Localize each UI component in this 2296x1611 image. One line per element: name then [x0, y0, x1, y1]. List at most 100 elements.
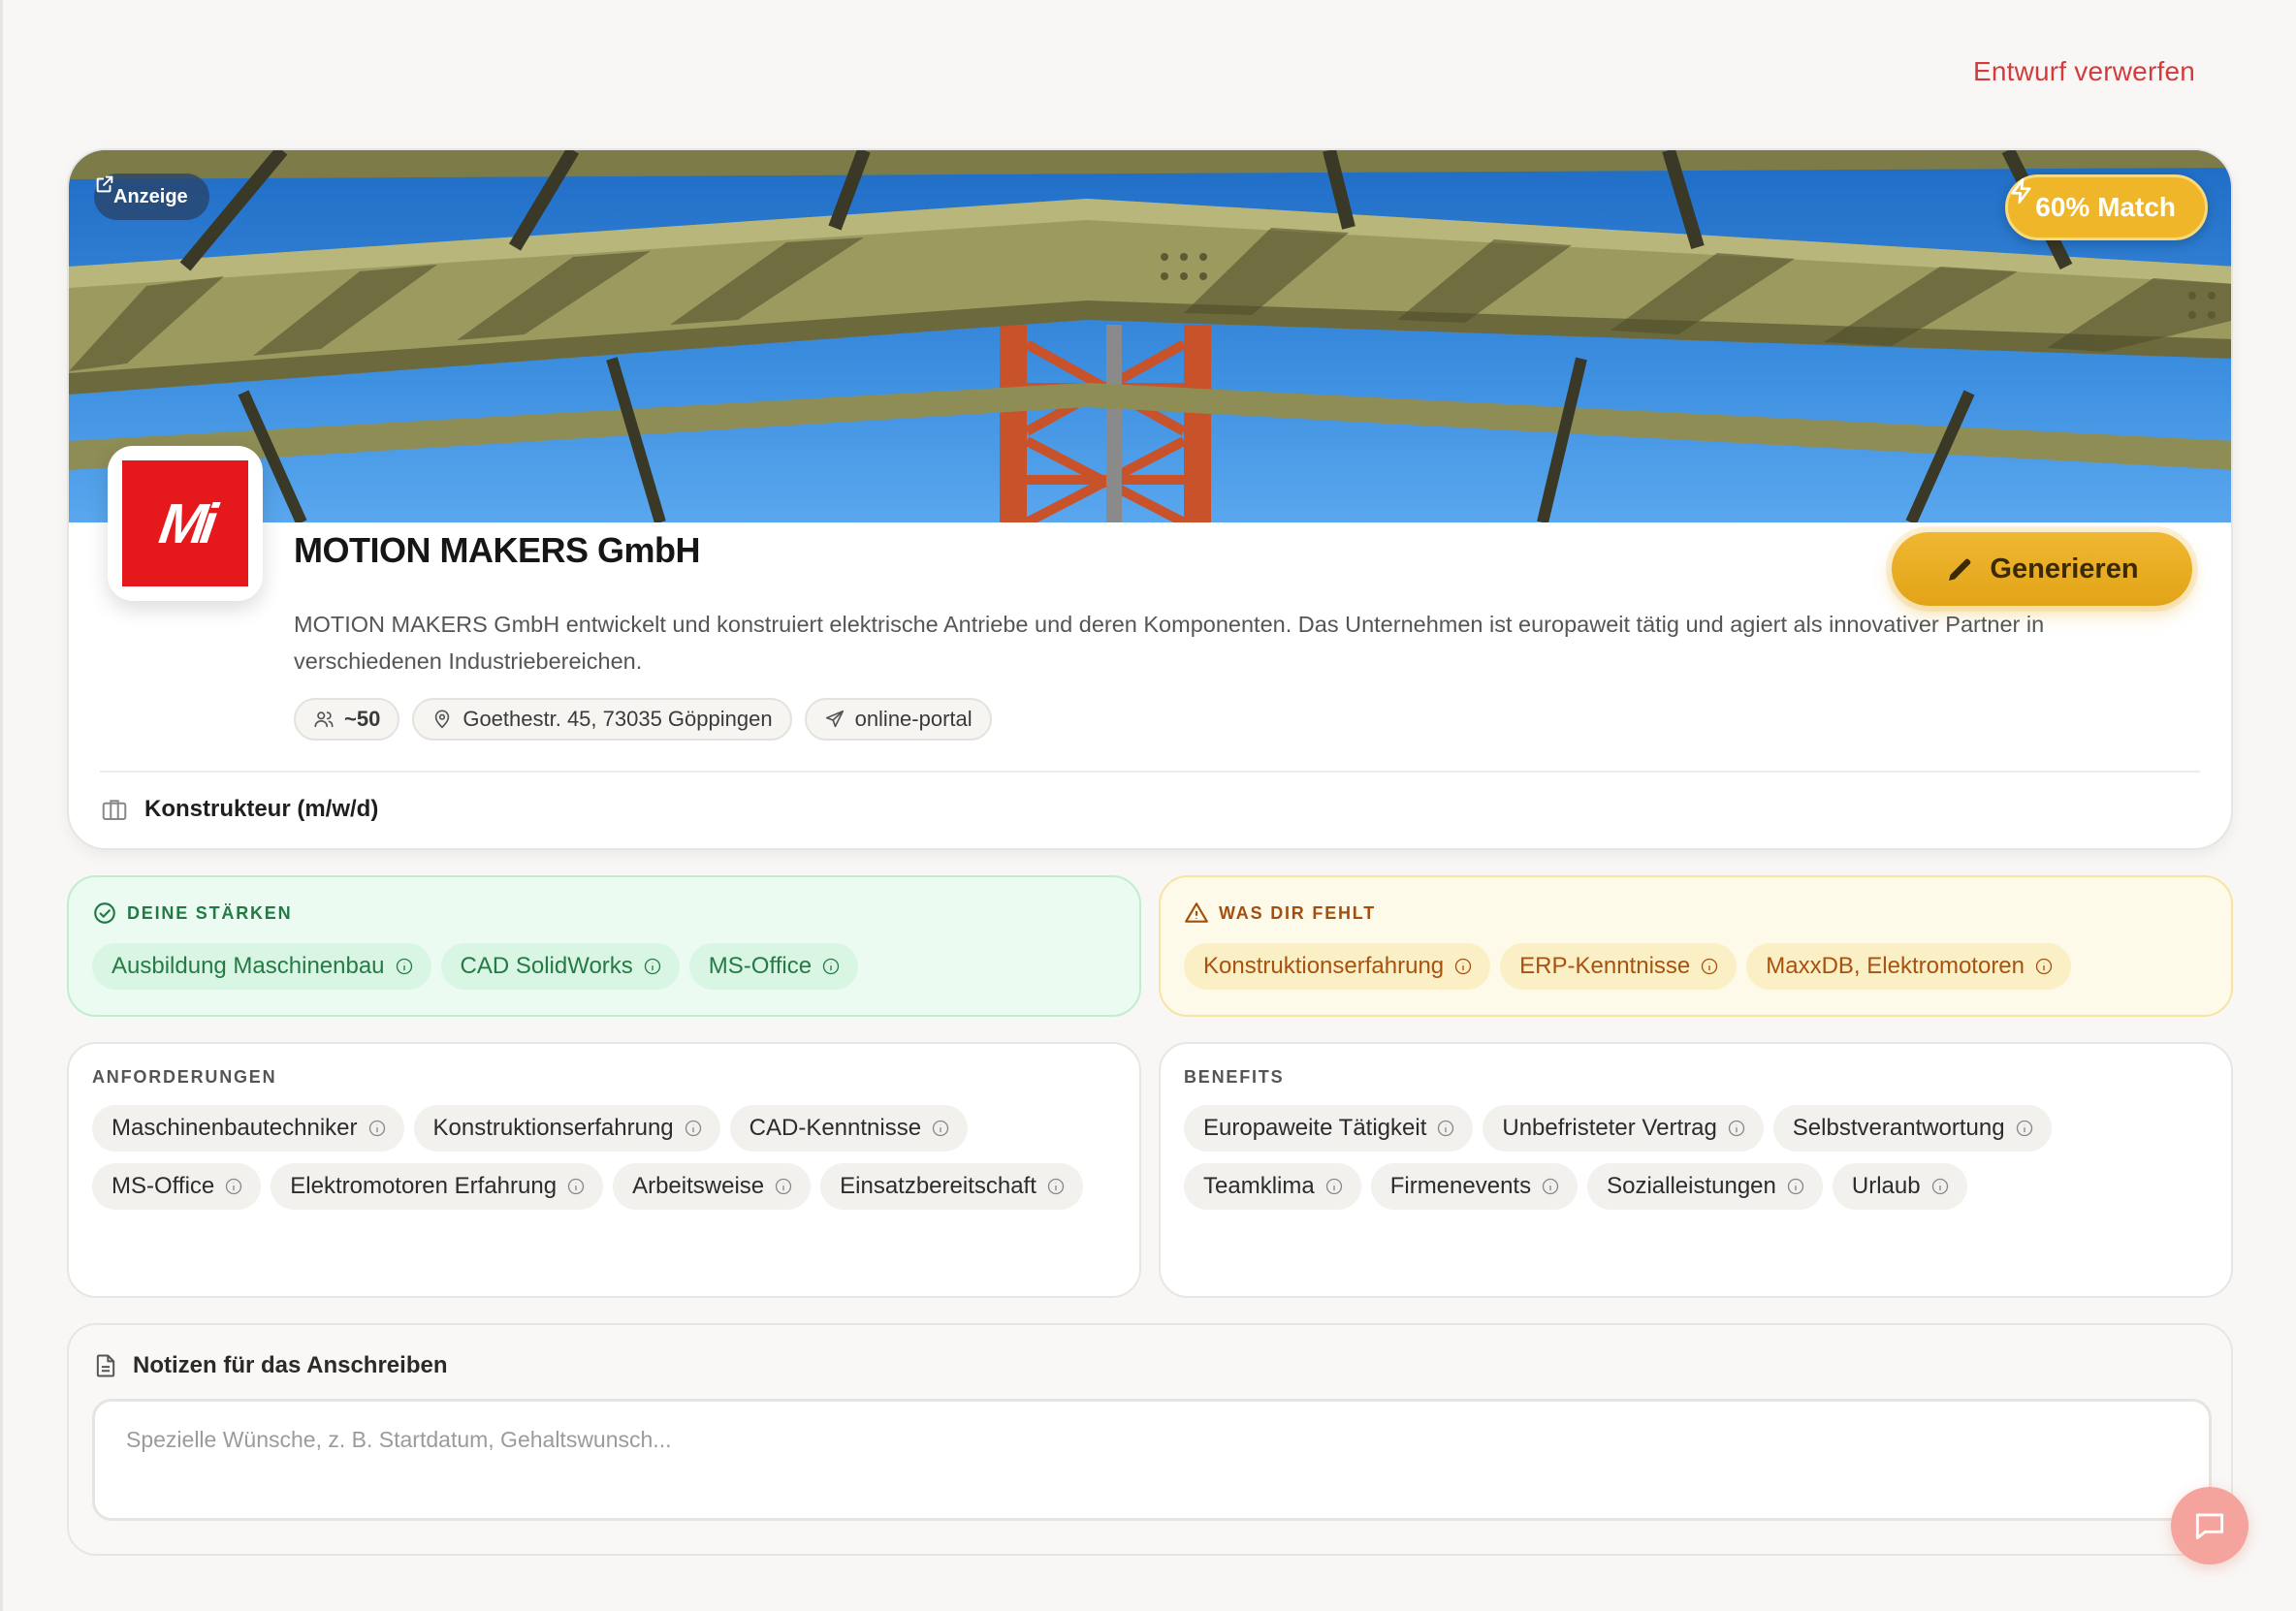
users-icon: [314, 711, 334, 728]
application-channel-chip: online-portal: [804, 698, 992, 741]
notes-title-label: Notizen für das Anschreiben: [133, 1352, 448, 1378]
missing-tag[interactable]: Konstruktionserfahrung: [1184, 943, 1491, 990]
send-icon: [825, 710, 844, 728]
info-icon[interactable]: [1700, 957, 1719, 976]
tag-label: Firmenevents: [1389, 1173, 1532, 1199]
generate-button[interactable]: Generieren: [1892, 532, 2192, 606]
document-icon: [96, 1354, 115, 1377]
info-icon[interactable]: [1324, 1177, 1344, 1196]
address-value: Goethestr. 45, 73035 Göppingen: [462, 707, 773, 731]
tag-label: CAD SolidWorks: [460, 953, 633, 979]
requirement-tag[interactable]: Einsatzbereitschaft: [820, 1163, 1083, 1210]
company-logo-mark: Mi: [122, 460, 248, 586]
strength-tag[interactable]: MS-Office: [688, 943, 859, 990]
benefit-tag[interactable]: Unbefristeter Vertrag: [1483, 1105, 1764, 1152]
benefit-tag[interactable]: Firmenevents: [1370, 1163, 1578, 1210]
steel-structure-illustration: [69, 150, 2231, 522]
info-icon[interactable]: [1930, 1177, 1950, 1196]
notes-textarea[interactable]: [92, 1399, 2212, 1521]
lightning-icon: [2011, 178, 2031, 204]
tag-label: Europaweite Tätigkeit: [1203, 1115, 1427, 1141]
info-icon[interactable]: [1541, 1177, 1560, 1196]
strength-tag[interactable]: Ausbildung Maschinenbau: [92, 943, 431, 990]
tag-label: Selbstverantwortung: [1792, 1115, 2005, 1141]
pencil-icon: [1949, 558, 1971, 581]
tag-label: Konstruktionserfahrung: [432, 1115, 674, 1141]
requirement-tag[interactable]: Maschinenbautechniker: [92, 1105, 404, 1152]
info-icon[interactable]: [566, 1177, 586, 1196]
chat-button[interactable]: [2171, 1487, 2248, 1564]
company-logo: Mi: [108, 446, 263, 601]
tag-label: Konstruktionserfahrung: [1203, 953, 1445, 979]
map-pin-icon: [435, 710, 450, 729]
info-icon[interactable]: [395, 957, 414, 976]
benefit-tag[interactable]: Selbstverantwortung: [1772, 1105, 2052, 1152]
application-channel-value: online-portal: [854, 707, 973, 731]
job-title: Konstrukteur (m/w/d): [144, 796, 379, 822]
info-icon[interactable]: [1786, 1177, 1805, 1196]
requirement-tag[interactable]: Arbeitsweise: [613, 1163, 812, 1210]
external-link-icon: [96, 175, 113, 193]
missing-tags: Konstruktionserfahrung ERP-Kenntnisse Ma…: [1184, 943, 2208, 990]
info-icon[interactable]: [2015, 1119, 2034, 1138]
benefit-tag[interactable]: Sozialleistungen: [1587, 1163, 1823, 1210]
match-label: 60% Match: [2035, 192, 2176, 222]
employees-chip: ~50: [294, 698, 400, 741]
missing-title: Was dir fehlt: [1184, 900, 2208, 926]
requirements-tags: Maschinenbautechniker Konstruktionserfah…: [92, 1105, 1116, 1210]
missing-skills-panel: Was dir fehlt Konstruktionserfahrung ERP…: [1159, 875, 2233, 1017]
strength-tag[interactable]: CAD SolidWorks: [440, 943, 680, 990]
missing-tag[interactable]: ERP-Kenntnisse: [1500, 943, 1738, 990]
ad-badge-label: Anzeige: [113, 185, 188, 207]
warning-icon: [1185, 902, 1208, 923]
info-icon[interactable]: [821, 957, 841, 976]
tag-label: Ausbildung Maschinenbau: [112, 953, 385, 979]
generate-button-label: Generieren: [1990, 553, 2139, 584]
requirement-tag[interactable]: Konstruktionserfahrung: [413, 1105, 720, 1152]
info-icon[interactable]: [774, 1177, 793, 1196]
tag-label: MS-Office: [112, 1173, 215, 1199]
info-icon[interactable]: [1453, 957, 1473, 976]
company-description: MOTION MAKERS GmbH entwickelt und konstr…: [294, 612, 2045, 674]
missing-title-label: Was dir fehlt: [1219, 902, 1377, 923]
info-icon[interactable]: [367, 1119, 387, 1138]
tag-label: Maschinenbautechniker: [112, 1115, 358, 1141]
left-edge-border: [0, 0, 3, 1611]
requirement-tag[interactable]: MS-Office: [92, 1163, 262, 1210]
missing-tag[interactable]: MaxxDB, Elektromotoren: [1746, 943, 2072, 990]
address-chip: Goethestr. 45, 73035 Göppingen: [412, 698, 792, 741]
check-circle-icon: [94, 902, 115, 924]
company-name: MOTION MAKERS GmbH: [294, 530, 701, 570]
benefit-tag[interactable]: Teamklima: [1184, 1163, 1361, 1210]
requirements-panel: Anforderungen Maschinenbautechniker Kons…: [67, 1042, 1141, 1298]
info-icon[interactable]: [224, 1177, 243, 1196]
info-icon[interactable]: [931, 1119, 950, 1138]
benefit-tag[interactable]: Urlaub: [1832, 1163, 1967, 1210]
info-icon[interactable]: [1436, 1119, 1455, 1138]
info-icon[interactable]: [684, 1119, 703, 1138]
ad-badge[interactable]: Anzeige: [94, 174, 209, 220]
strengths-title-label: Deine Stärken: [127, 902, 293, 923]
tag-label: Elektromotoren Erfahrung: [290, 1173, 558, 1199]
benefits-title-label: Benefits: [1184, 1067, 1285, 1087]
info-icon[interactable]: [1046, 1177, 1066, 1196]
chat-icon: [2195, 1513, 2224, 1540]
tag-label: Unbefristeter Vertrag: [1502, 1115, 1717, 1141]
tag-label: MS-Office: [708, 953, 813, 979]
requirements-title: Anforderungen: [92, 1067, 1116, 1088]
benefit-tag[interactable]: Europaweite Tätigkeit: [1184, 1105, 1474, 1152]
info-icon[interactable]: [1727, 1119, 1746, 1138]
strengths-tags: Ausbildung Maschinenbau CAD SolidWorks M…: [92, 943, 1116, 990]
employees-value: ~50: [344, 707, 381, 731]
tag-label: Sozialleistungen: [1607, 1173, 1776, 1199]
info-icon[interactable]: [2034, 957, 2054, 976]
tag-label: Arbeitsweise: [632, 1173, 765, 1199]
discard-draft-link[interactable]: Entwurf verwerfen: [1973, 56, 2195, 87]
briefcase-icon: [102, 800, 127, 820]
requirement-tag[interactable]: Elektromotoren Erfahrung: [271, 1163, 604, 1210]
notes-title: Notizen für das Anschreiben: [92, 1352, 2208, 1379]
requirement-tag[interactable]: CAD-Kenntnisse: [729, 1105, 969, 1152]
info-icon[interactable]: [643, 957, 662, 976]
strengths-panel: Deine Stärken Ausbildung Maschinenbau CA…: [67, 875, 1141, 1017]
cover-letter-notes-panel: Notizen für das Anschreiben: [67, 1323, 2233, 1556]
